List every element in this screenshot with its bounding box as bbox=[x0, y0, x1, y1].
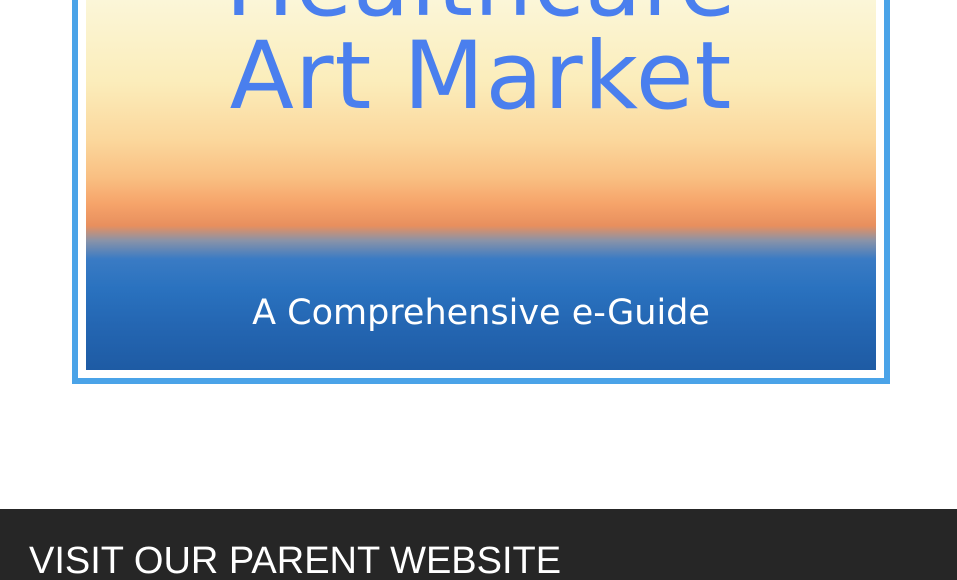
footer-widget: VISIT OUR PARENT WEBSITE bbox=[0, 509, 957, 580]
footer-heading: VISIT OUR PARENT WEBSITE bbox=[29, 540, 562, 580]
cover-artwork: Healthcare Art Market A Comprehensive e-… bbox=[86, 0, 876, 370]
ebook-cover-image[interactable]: Healthcare Art Market A Comprehensive e-… bbox=[72, 0, 890, 384]
page: Healthcare Art Market A Comprehensive e-… bbox=[0, 0, 957, 580]
cover-subtitle: A Comprehensive e-Guide bbox=[252, 293, 710, 333]
cover-title-line-2: Art Market bbox=[229, 22, 733, 131]
